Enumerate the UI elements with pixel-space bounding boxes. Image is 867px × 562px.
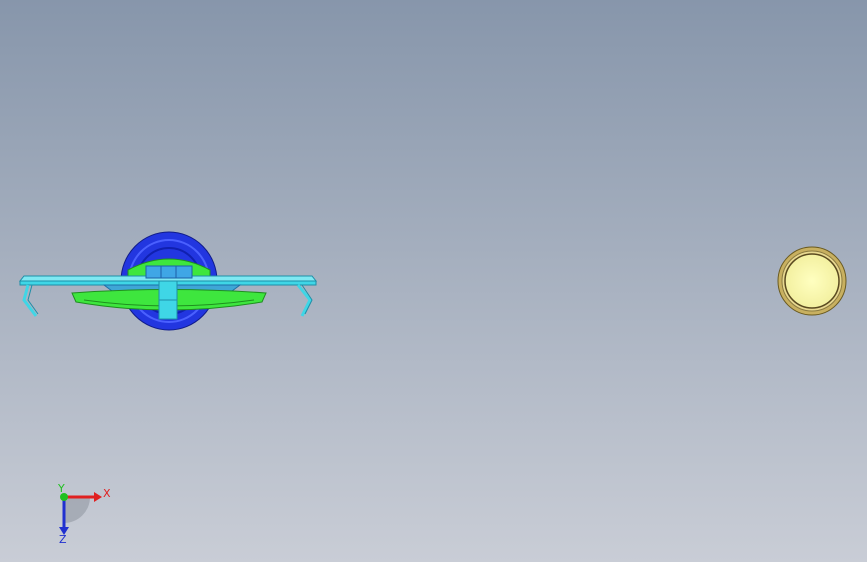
x-axis-label: X xyxy=(103,487,111,500)
graphics-viewport[interactable]: X Y Z xyxy=(0,0,867,562)
top-block xyxy=(145,265,193,279)
disc-face xyxy=(784,253,840,309)
disc-top-view[interactable] xyxy=(777,246,847,316)
y-axis-label: Y xyxy=(57,482,65,495)
z-axis-label: Z xyxy=(59,533,67,546)
cad-scene[interactable]: X Y Z xyxy=(0,0,867,562)
